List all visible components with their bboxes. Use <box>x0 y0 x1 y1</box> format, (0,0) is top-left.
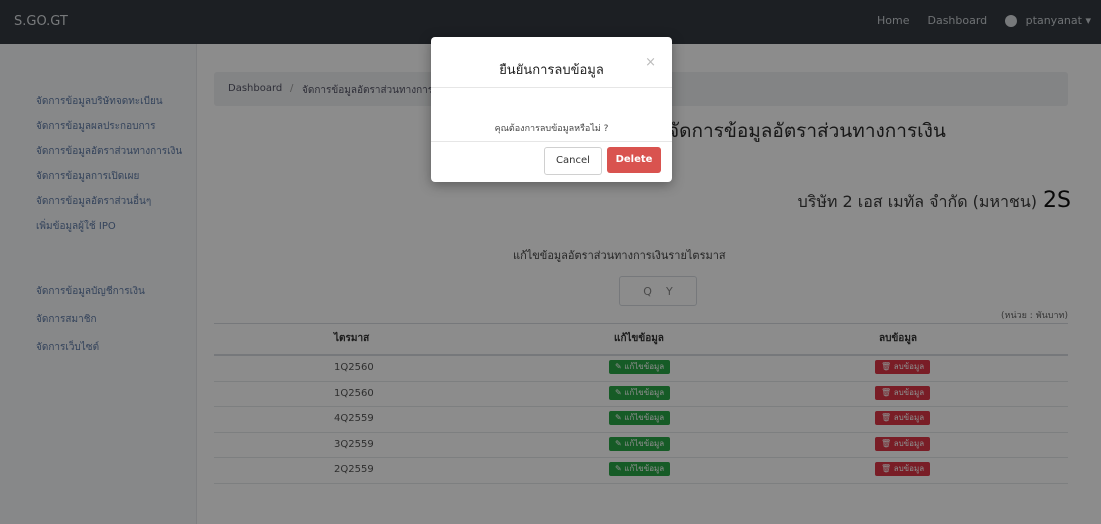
confirm-delete-modal: ยืนยันการลบข้อมูล × คุณต้องการลบข้อมูลหร… <box>431 37 672 182</box>
cancel-button[interactable]: Cancel <box>544 147 602 175</box>
modal-message: คุณต้องการลบข้อมูลหรือไม่ ? <box>494 124 609 134</box>
delete-button[interactable]: Delete <box>607 147 661 173</box>
modal-divider <box>431 87 672 88</box>
close-icon[interactable]: × <box>645 55 656 70</box>
modal-title: ยืนยันการลบข้อมูล <box>499 63 604 78</box>
modal-divider <box>431 141 672 142</box>
